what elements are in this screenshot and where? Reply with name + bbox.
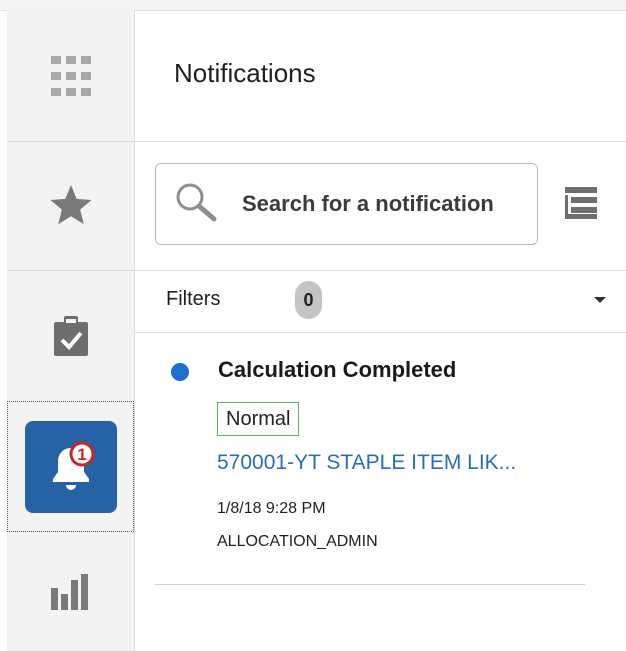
priority-badge: Normal [217,402,300,436]
nav-rail: 1 [7,10,135,651]
filter-count-badge: 0 [295,281,322,319]
notifications-tile[interactable]: 1 [24,420,117,513]
list-view-icon[interactable] [565,187,597,219]
rail-item-favorites[interactable] [7,142,134,270]
search-icon [176,183,217,222]
bar-chart-icon [50,573,88,610]
rail-item-notifications[interactable]: 1 [7,401,134,532]
task-clipboard-icon [53,316,88,356]
search-placeholder: Search for a notification [242,191,494,216]
header-divider [135,141,626,142]
filters-divider [135,332,626,333]
page-title: Notifications [174,58,316,88]
chevron-down-icon[interactable] [594,297,606,303]
rail-item-reports[interactable] [7,532,134,651]
notification-user: ALLOCATION_ADMIN [217,533,378,550]
star-icon [49,185,92,225]
notification-timestamp: 1/8/18 9:28 PM [217,500,326,517]
rail-item-tasks[interactable] [7,271,134,401]
notification-count-badge: 1 [77,445,86,464]
rail-item-apps[interactable] [7,10,134,141]
bell-icon: 1 [52,441,94,490]
notification-title[interactable]: Calculation Completed [218,357,456,383]
search-divider [135,270,626,271]
search-input[interactable]: Search for a notification [155,163,538,245]
filters-label[interactable]: Filters [166,288,220,311]
apps-grid-icon [50,55,91,96]
unread-indicator [171,363,189,381]
notification-link[interactable]: 570001-YT STAPLE ITEM LIK... [217,451,516,475]
list-item-divider [155,584,585,585]
